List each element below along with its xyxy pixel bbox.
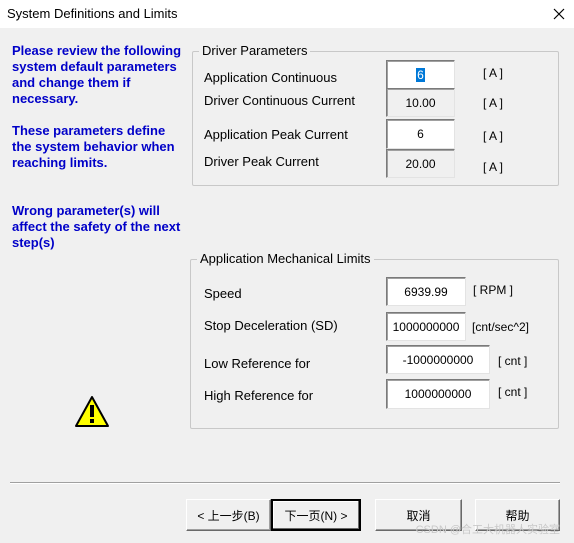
speed-unit: [ RPM ] (473, 283, 514, 297)
window-title: System Definitions and Limits (7, 6, 178, 21)
high-ref-label: High Reference for (204, 388, 314, 403)
app-peak-label: Application Peak Current (204, 127, 348, 142)
high-ref-unit: [ cnt ] (498, 385, 528, 399)
info-review-text: Please review the following system defau… (12, 43, 182, 106)
driver-peak-value: 20.00 (386, 149, 455, 178)
high-ref-input[interactable]: 1000000000 (386, 379, 490, 409)
close-icon (553, 8, 565, 20)
driver-continuous-label: Driver Continuous Current (204, 93, 356, 108)
speed-label: Speed (204, 286, 242, 301)
app-peak-input[interactable]: 6 (386, 119, 455, 149)
back-button[interactable]: < 上一步(B) (186, 499, 271, 531)
stop-decel-label: Stop Deceleration (SD) (204, 318, 338, 333)
warning-icon (75, 396, 109, 427)
close-button[interactable] (544, 0, 574, 28)
speed-input[interactable]: 6939.99 (386, 277, 466, 306)
driver-continuous-unit: [ A ] (483, 96, 504, 110)
driver-peak-label: Driver Peak Current (204, 154, 319, 169)
low-ref-unit: [ cnt ] (498, 354, 528, 368)
dialog-body: Please review the following system defau… (0, 28, 574, 543)
app-peak-unit: [ A ] (483, 129, 504, 143)
button-separator (10, 482, 560, 484)
mechanical-limits-title: Application Mechanical Limits (197, 251, 374, 266)
low-ref-input[interactable]: -1000000000 (386, 345, 490, 374)
watermark: CSDN @合工大机器人实验室 (415, 524, 560, 536)
driver-continuous-value: 10.00 (386, 88, 455, 117)
next-button[interactable]: 下一页(N) > (271, 499, 361, 531)
app-continuous-unit: [ A ] (483, 66, 504, 80)
info-behavior-text: These parameters define the system behav… (12, 123, 175, 170)
low-ref-label: Low Reference for (204, 356, 311, 371)
info-warning-text: Wrong parameter(s) will affect the safet… (12, 203, 181, 250)
app-continuous-input[interactable]: 6 (386, 60, 455, 90)
app-continuous-label: Application Continuous (204, 70, 337, 85)
driver-peak-unit: [ A ] (483, 160, 504, 174)
stop-decel-unit: [cnt/sec^2] (472, 320, 529, 334)
stop-decel-input[interactable]: 1000000000 (386, 312, 466, 341)
title-bar: System Definitions and Limits (0, 0, 574, 28)
driver-parameters-title: Driver Parameters (199, 43, 311, 58)
